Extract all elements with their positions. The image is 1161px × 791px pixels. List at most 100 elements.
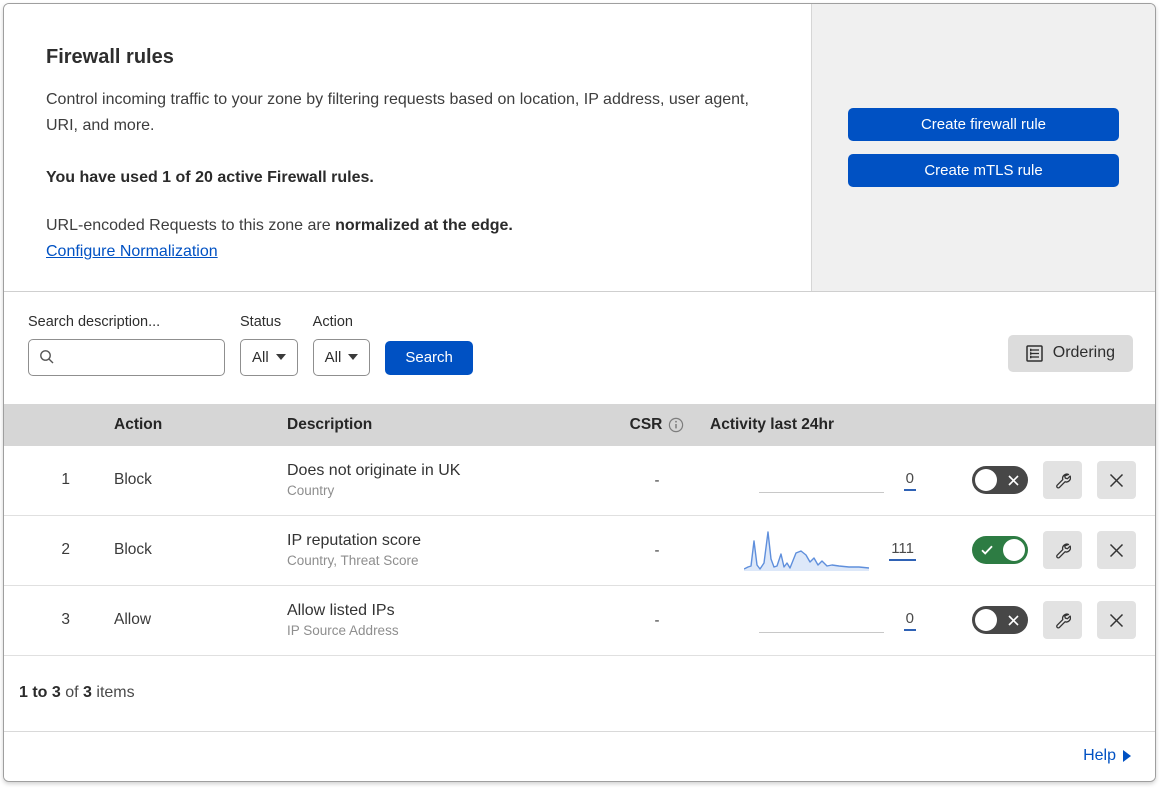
create-firewall-rule-button[interactable]: Create firewall rule bbox=[848, 107, 1119, 141]
activity-sparkline-flat bbox=[758, 599, 884, 641]
rule-action: Allow bbox=[114, 611, 152, 629]
rule-description-cell: Does not originate in UK Country bbox=[287, 462, 612, 498]
chevron-down-icon bbox=[275, 354, 286, 361]
csr-header-label: CSR bbox=[629, 415, 663, 433]
toggle-knob bbox=[975, 469, 997, 492]
rule-description-cell: Allow listed IPs IP Source Address bbox=[287, 602, 612, 638]
search-label: Search description... bbox=[28, 313, 161, 330]
chevron-right-icon bbox=[1123, 750, 1131, 763]
rule-csr: - bbox=[654, 611, 660, 629]
rule-description: Does not originate in UK bbox=[287, 462, 461, 480]
toggle-x-icon bbox=[1000, 606, 1026, 634]
usage-summary: You have used 1 of 20 active Firewall ru… bbox=[46, 168, 374, 186]
table-row: 3 Allow Allow listed IPs IP Source Addre… bbox=[4, 585, 1155, 656]
toggle-knob bbox=[975, 609, 997, 632]
edit-rule-button[interactable] bbox=[1043, 601, 1082, 640]
pagination-summary: 1 to 3 of 3 items bbox=[4, 655, 1155, 731]
close-icon bbox=[1109, 543, 1124, 558]
activity-sparkline-chart bbox=[744, 531, 870, 572]
rule-csr: - bbox=[654, 541, 660, 559]
chevron-down-icon bbox=[348, 354, 359, 361]
create-mtls-rule-button[interactable]: Create mTLS rule bbox=[848, 153, 1119, 187]
table-row: 1 Block Does not originate in UK Country… bbox=[4, 445, 1155, 516]
rule-description: Allow listed IPs bbox=[287, 602, 395, 620]
toggle-x-icon bbox=[1000, 466, 1026, 494]
delete-rule-button[interactable] bbox=[1097, 531, 1136, 570]
rule-controls bbox=[950, 461, 1155, 500]
normalization-text: URL-encoded Requests to this zone are no… bbox=[46, 217, 771, 235]
items-total: 3 bbox=[83, 684, 92, 702]
help-link[interactable]: Help bbox=[1083, 747, 1131, 765]
action-label: Action bbox=[312, 313, 353, 330]
status-label: Status bbox=[240, 313, 282, 330]
col-activity-header: Activity last 24hr bbox=[710, 415, 835, 433]
normalization-prefix: URL-encoded Requests to this zone are bbox=[46, 216, 336, 234]
header-section: Firewall rules Control incoming traffic … bbox=[4, 4, 1155, 292]
filter-group: Search description... Status All Action bbox=[28, 314, 1131, 376]
rule-controls bbox=[950, 531, 1155, 570]
rule-enabled-toggle[interactable] bbox=[972, 466, 1028, 495]
rule-enabled-toggle[interactable] bbox=[972, 606, 1028, 635]
rule-priority: 3 bbox=[61, 611, 70, 629]
delete-rule-button[interactable] bbox=[1097, 601, 1136, 640]
rule-controls bbox=[950, 601, 1155, 640]
normalization-bold: normalized at the edge. bbox=[335, 216, 513, 234]
edit-rule-button[interactable] bbox=[1043, 461, 1082, 500]
page-description: Control incoming traffic to your zone by… bbox=[46, 91, 749, 134]
firewall-rules-card: Firewall rules Control incoming traffic … bbox=[3, 3, 1156, 782]
action-select-value: All bbox=[324, 348, 342, 366]
list-document-icon bbox=[1026, 345, 1043, 362]
rule-activity-cell: 0 bbox=[702, 599, 950, 641]
activity-count-link[interactable]: 0 bbox=[903, 470, 916, 491]
delete-rule-button[interactable] bbox=[1097, 461, 1136, 500]
actions-panel: Create firewall rule Create mTLS rule bbox=[811, 4, 1155, 291]
close-icon bbox=[1109, 473, 1124, 488]
toggle-knob bbox=[1003, 539, 1025, 562]
rule-action: Block bbox=[114, 471, 152, 489]
info-icon[interactable] bbox=[668, 417, 684, 433]
help-label: Help bbox=[1083, 747, 1116, 765]
rule-fields: Country bbox=[287, 483, 335, 499]
table-header-row: Action Description CSR Activity last 24h… bbox=[4, 403, 1155, 446]
rule-csr: - bbox=[654, 471, 660, 489]
wrench-icon bbox=[1054, 542, 1071, 559]
ordering-button-label: Ordering bbox=[1052, 344, 1115, 362]
rule-priority: 1 bbox=[61, 471, 70, 489]
search-icon bbox=[39, 349, 55, 365]
wrench-icon bbox=[1054, 612, 1071, 629]
rule-priority: 2 bbox=[61, 541, 70, 559]
ordering-button[interactable]: Ordering bbox=[1007, 334, 1133, 372]
rule-action: Block bbox=[114, 541, 152, 559]
table-row: 2 Block IP reputation score Country, Thr… bbox=[4, 515, 1155, 586]
action-select[interactable]: All bbox=[312, 338, 371, 376]
close-icon bbox=[1109, 613, 1124, 628]
rule-description: IP reputation score bbox=[287, 532, 422, 550]
rule-fields: IP Source Address bbox=[287, 623, 399, 639]
rule-description-cell: IP reputation score Country, Threat Scor… bbox=[287, 532, 612, 568]
items-of: of bbox=[65, 684, 79, 702]
rule-activity-cell: 0 bbox=[702, 459, 950, 501]
search-button[interactable]: Search bbox=[385, 340, 473, 375]
search-input[interactable] bbox=[28, 338, 225, 376]
col-csr-header: CSR bbox=[612, 416, 702, 434]
items-word: items bbox=[96, 684, 135, 702]
col-description-header: Description bbox=[287, 415, 373, 433]
page-title: Firewall rules bbox=[46, 46, 174, 68]
rule-activity-cell: 111 bbox=[702, 529, 950, 572]
wrench-icon bbox=[1054, 472, 1071, 489]
status-select[interactable]: All bbox=[240, 338, 298, 376]
col-action-header: Action bbox=[114, 415, 163, 433]
status-select-value: All bbox=[252, 348, 269, 366]
activity-sparkline-flat bbox=[758, 459, 884, 501]
configure-normalization-link[interactable]: Configure Normalization bbox=[46, 243, 218, 261]
items-range: 1 to 3 bbox=[19, 684, 61, 702]
activity-count-link[interactable]: 0 bbox=[903, 610, 916, 631]
filter-bar: Search description... Status All Action bbox=[4, 291, 1155, 404]
help-bar: Help bbox=[4, 730, 1155, 781]
rule-enabled-toggle[interactable] bbox=[972, 536, 1028, 565]
toggle-check-icon bbox=[974, 536, 1000, 564]
header-text-block: Firewall rules Control incoming traffic … bbox=[4, 4, 811, 291]
activity-count-link[interactable]: 111 bbox=[889, 540, 916, 561]
rule-fields: Country, Threat Score bbox=[287, 553, 419, 569]
edit-rule-button[interactable] bbox=[1043, 531, 1082, 570]
